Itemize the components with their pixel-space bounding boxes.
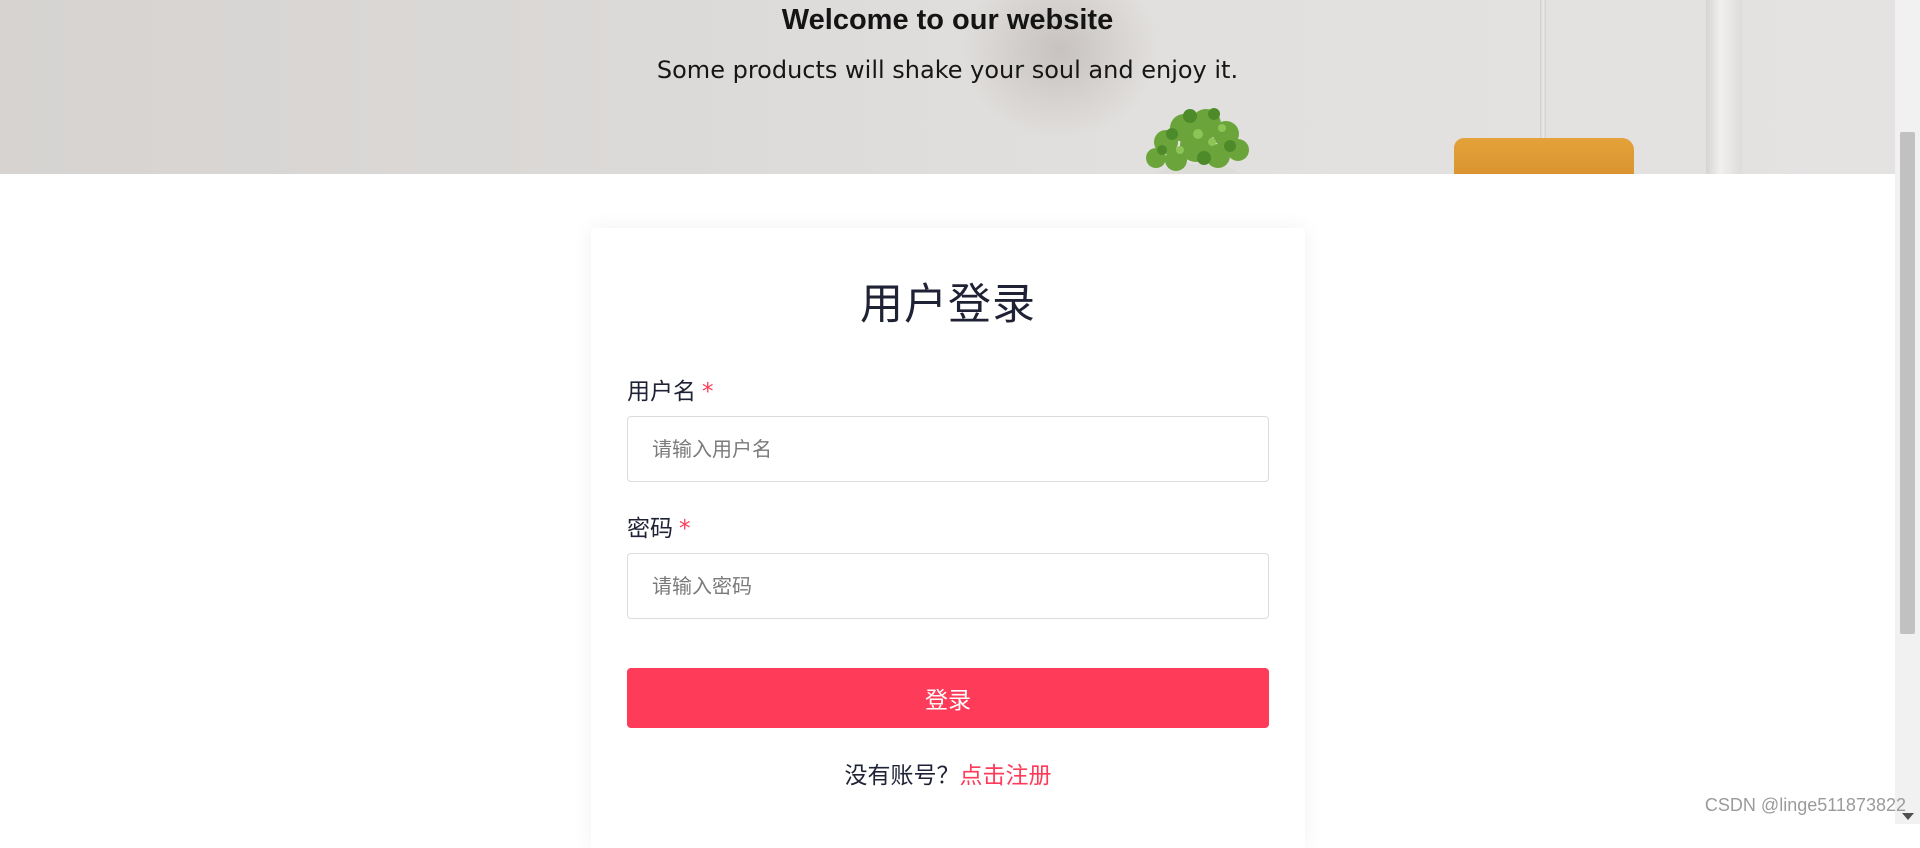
plant-image (1126, 94, 1272, 174)
username-input[interactable] (627, 416, 1269, 482)
password-label: 密码* (627, 509, 691, 543)
watermark: CSDN @linge511873822 (1705, 795, 1906, 816)
login-card: 用户登录 用户名* 密码* 登录 没有账号？点击注册 (591, 228, 1305, 848)
username-label: 用户名* (627, 372, 714, 406)
chair-image (1454, 138, 1634, 174)
scrollbar-thumb[interactable] (1900, 132, 1915, 634)
required-mark: * (702, 379, 714, 405)
login-button[interactable]: 登录 (627, 668, 1269, 728)
hero-subtitle: Some products will shake your soul and e… (0, 56, 1895, 84)
register-line: 没有账号？点击注册 (591, 756, 1305, 790)
hero-title: Welcome to our website (0, 4, 1895, 37)
page-scrollbar[interactable] (1895, 0, 1920, 824)
register-prompt: 没有账号？ (845, 763, 960, 789)
hero-banner: Welcome to our website Some products wil… (0, 0, 1895, 174)
required-mark: * (679, 516, 691, 542)
username-label-text: 用户名 (627, 379, 696, 405)
password-label-text: 密码 (627, 516, 673, 542)
register-link[interactable]: 点击注册 (960, 763, 1052, 789)
login-title: 用户登录 (591, 270, 1305, 332)
password-input[interactable] (627, 553, 1269, 619)
